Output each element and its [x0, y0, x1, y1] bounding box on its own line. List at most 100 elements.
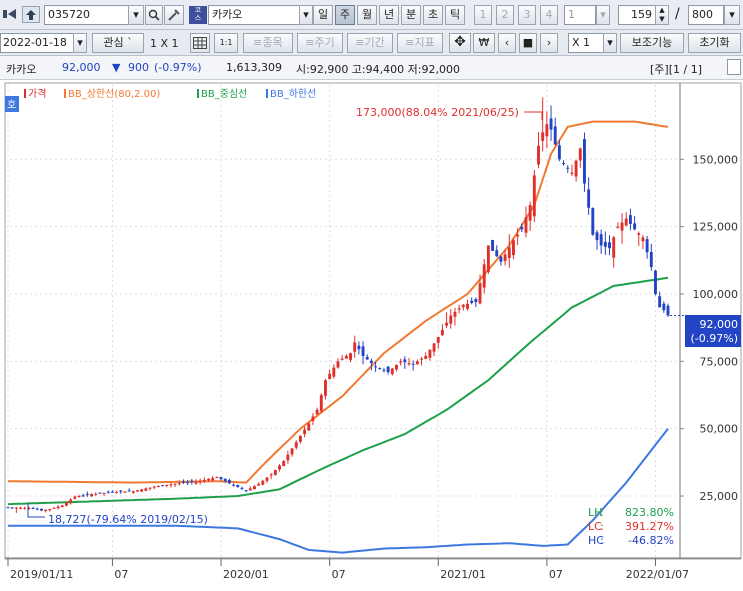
candle-body: [432, 343, 436, 352]
multiply-dropdown-icon[interactable]: ▾: [603, 33, 617, 53]
y-tick-label: 100,000: [693, 288, 739, 301]
info-close-icon[interactable]: [727, 59, 741, 75]
candle-body: [486, 245, 490, 272]
period-button-1[interactable]: 주: [335, 5, 355, 25]
candle-body: [562, 163, 566, 165]
candle-body: [94, 493, 98, 495]
reset-button[interactable]: 초기화: [688, 33, 741, 53]
x-tick-label: 2022/01/07: [626, 568, 689, 581]
stats-box: LH : 823.80% LC : 391.27% HC : -46.82%: [588, 506, 674, 547]
won-button[interactable]: ₩: [473, 33, 495, 53]
period-button-2[interactable]: 월: [357, 5, 377, 25]
candle-body: [269, 474, 273, 476]
prev-icon[interactable]: ‹: [498, 33, 516, 53]
candle-body: [115, 491, 119, 493]
candle-body: [658, 296, 662, 308]
candle-body: [236, 484, 240, 488]
candle-body: [666, 305, 670, 316]
next-icon[interactable]: ›: [540, 33, 558, 53]
candle-body: [265, 477, 269, 481]
grid-icon[interactable]: [190, 33, 210, 53]
candle-body: [603, 241, 607, 247]
stock-code-input[interactable]: 035720: [44, 5, 130, 25]
period-button-0[interactable]: 일: [313, 5, 333, 25]
candle-body: [641, 237, 645, 242]
candle-body: [156, 486, 160, 488]
date-dropdown-icon[interactable]: ▾: [73, 33, 87, 53]
total-dropdown-icon[interactable]: ▾: [724, 5, 740, 25]
code-dropdown-icon[interactable]: ▾: [128, 5, 144, 25]
candle-body: [390, 368, 394, 375]
interval-input[interactable]: 1: [564, 5, 596, 25]
period-button-3[interactable]: 년: [379, 5, 399, 25]
candle-body: [616, 226, 620, 228]
legend-upper: BB_상한선(80,2.00): [68, 88, 160, 100]
count-input[interactable]: 159: [618, 5, 656, 25]
low-annotation: 18,727(-79.64% 2019/02/15): [48, 513, 208, 526]
legend-price: 가격: [28, 87, 46, 100]
candle-body: [654, 270, 657, 294]
tools-icon[interactable]: [164, 5, 184, 25]
name-dropdown-icon[interactable]: ▾: [299, 5, 313, 25]
candle-body: [624, 218, 628, 226]
candle-body: [369, 360, 373, 364]
interval-button-4[interactable]: 4: [540, 5, 558, 25]
indicator-button[interactable]: ≡지표: [397, 33, 443, 53]
item-button[interactable]: ≡종목: [243, 33, 293, 53]
aux-function-button[interactable]: 보조기능: [620, 33, 684, 53]
candle-body: [48, 508, 52, 511]
period-button-4[interactable]: 분: [401, 5, 421, 25]
interval-button-2[interactable]: 2: [496, 5, 514, 25]
stat-lh-colon: :: [600, 506, 604, 519]
kospi-icon: 코스: [189, 6, 207, 24]
interval-dropdown-icon[interactable]: ▾: [596, 5, 610, 25]
candle-body: [35, 508, 39, 510]
candle-body: [311, 416, 315, 421]
candle-body: [307, 423, 311, 431]
candle-body: [436, 337, 440, 343]
panel-toggle-icon[interactable]: [3, 7, 17, 21]
candle-body: [240, 487, 244, 489]
candle-body: [136, 490, 139, 492]
candle-body: [119, 490, 123, 492]
candle-body: [612, 237, 616, 258]
period-button-5[interactable]: 초: [423, 5, 443, 25]
candle-body: [445, 322, 449, 326]
layout-label[interactable]: 1 X 1: [150, 37, 179, 50]
total-input[interactable]: 800: [688, 5, 724, 25]
candle-body: [257, 483, 261, 486]
candle-body: [474, 299, 478, 303]
candle-body: [537, 145, 540, 165]
interval-button-3[interactable]: 3: [518, 5, 536, 25]
period-button-6[interactable]: 틱: [445, 5, 465, 25]
stock-name-field[interactable]: 카카오: [208, 5, 300, 25]
candle-body: [491, 239, 495, 251]
period-button[interactable]: ≡기간: [347, 33, 393, 53]
legend-marker-lower: [266, 89, 268, 98]
cycle-button[interactable]: ≡주기: [297, 33, 343, 53]
stat-lc-colon: :: [600, 520, 604, 533]
pin-icon[interactable]: [22, 6, 40, 23]
crosshair-icon[interactable]: ✥: [449, 33, 471, 53]
legend-lower: BB_하한선: [270, 87, 316, 100]
candle-body: [39, 508, 43, 511]
watch-button[interactable]: 관심 `: [92, 33, 144, 53]
count-spinner[interactable]: ▲ ▼: [655, 5, 669, 25]
candle-body: [232, 484, 236, 486]
range-button[interactable]: 1:1: [214, 33, 238, 53]
toolbar-top: 035720 ▾ 코스 카카오 ▾ 일주월년분초틱 1 2 3 4 1 ▾ 15…: [0, 0, 743, 30]
y-tick-label: 125,000: [693, 221, 739, 234]
candle-body: [620, 222, 624, 231]
candle-body: [127, 490, 131, 492]
multiply-input[interactable]: X 1: [568, 33, 604, 53]
candle-body: [374, 366, 378, 368]
candle-body: [649, 252, 653, 268]
stop-icon[interactable]: ■: [519, 33, 537, 53]
candle-body: [60, 505, 64, 508]
candle-body: [428, 349, 432, 358]
search-icon[interactable]: [145, 5, 163, 25]
date-input[interactable]: 2022-01-18: [0, 33, 74, 53]
interval-button-1[interactable]: 1: [474, 5, 492, 25]
candle-body: [349, 353, 352, 360]
watch-suffix: `: [127, 36, 133, 49]
